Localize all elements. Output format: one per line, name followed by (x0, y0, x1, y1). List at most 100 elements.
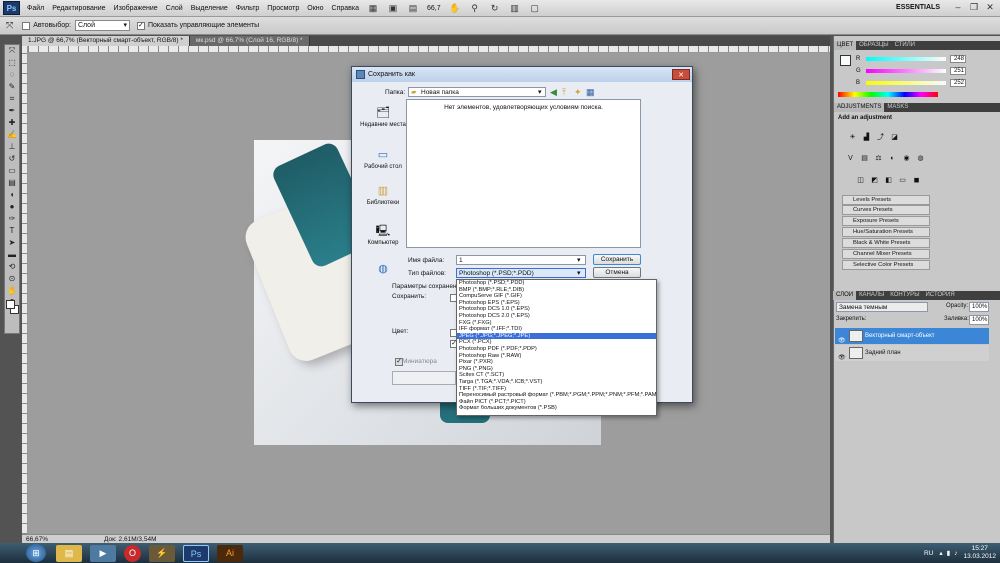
curves-icon[interactable]: ⤴ (876, 133, 885, 142)
rotate-view-icon[interactable]: ↻ (489, 3, 501, 14)
preset-curves[interactable]: Curves Presets (842, 205, 930, 215)
tab-masks[interactable]: MASKS (884, 103, 911, 112)
minibridge-icon[interactable]: ▣ (387, 3, 399, 14)
eraser-icon[interactable]: ▭ (5, 165, 19, 177)
path-select-icon[interactable]: ➤ (5, 237, 19, 249)
menu-file[interactable]: Файл (23, 5, 48, 12)
format-option[interactable]: Photoshop PDF (*.PDF;*.PDP) (457, 346, 656, 353)
green-slider[interactable]: G 251 (856, 66, 996, 75)
volume-icon[interactable]: ♪ (954, 550, 957, 557)
preset-hue-saturation[interactable]: Hue/Saturation Presets (842, 227, 930, 237)
chevron-down-icon[interactable]: ▾ (577, 256, 581, 264)
zoom-readout[interactable]: 66,67% (26, 535, 64, 543)
view-menu-icon[interactable]: ▦ (586, 87, 595, 98)
place-recent[interactable]: 🗂 Недавние места (360, 106, 406, 128)
place-computer[interactable]: 🖳 Компьютер (360, 224, 406, 246)
gradient-icon[interactable]: ▤ (5, 177, 19, 189)
menu-image[interactable]: Изображение (110, 5, 162, 12)
blue-value[interactable]: 252 (950, 78, 966, 87)
hand-icon[interactable]: ✋ (5, 285, 19, 297)
winamp-taskbar-icon[interactable]: ⚡ (149, 544, 175, 562)
photoshop-taskbar-icon[interactable]: Ps (183, 544, 209, 562)
brush-icon[interactable]: ✍ (5, 129, 19, 141)
green-value[interactable]: 251 (950, 66, 966, 75)
channel-mixer-icon[interactable]: ◍ (916, 154, 925, 163)
menu-window[interactable]: Окно (303, 5, 327, 12)
save-button[interactable]: Сохранить (593, 254, 641, 265)
place-desktop[interactable]: ▭ Рабочий стол (360, 148, 406, 170)
tab-layers[interactable]: СЛОИ (833, 291, 857, 300)
color-swatch-preview[interactable] (840, 55, 851, 66)
arrange-documents-icon[interactable]: ▥ (509, 3, 521, 14)
format-option[interactable]: JPEG (*.JPG;*.JPEG;*.JPE) (457, 332, 656, 340)
cancel-button[interactable]: Отмена (593, 267, 641, 278)
tray-arrow-icon[interactable]: ▴ (939, 549, 942, 557)
menu-layer[interactable]: Слой (162, 5, 187, 12)
shape-icon[interactable]: ▬ (5, 249, 19, 261)
menu-help[interactable]: Справка (328, 5, 363, 12)
history-brush-icon[interactable]: ↺ (5, 153, 19, 165)
type-icon[interactable]: T (5, 225, 19, 237)
media-player-taskbar-icon[interactable]: ▶ (90, 544, 116, 562)
format-option[interactable]: CompuServe GIF (*.GIF) (457, 293, 656, 300)
bridge-icon[interactable]: ▦ (367, 3, 379, 14)
format-option[interactable]: Targa (*.TGA;*.VDA;*.ICB;*.VST) (457, 379, 656, 386)
blue-slider[interactable]: B 252 (856, 78, 996, 87)
tab-history[interactable]: ИСТОРИЯ (923, 291, 958, 300)
clock[interactable]: 15:27 13.03.2012 (963, 545, 996, 561)
brightness-icon[interactable]: ☀ (848, 133, 857, 142)
threshold-icon[interactable]: ◧ (884, 176, 893, 185)
restore-icon[interactable]: ❐ (968, 2, 980, 13)
illustrator-taskbar-icon[interactable]: Ai (217, 544, 243, 562)
menu-view[interactable]: Просмотр (263, 5, 303, 12)
new-folder-icon[interactable]: ✦ (574, 87, 582, 98)
tab-document-1[interactable]: 1.JPG @ 66,7% (Векторный смарт-объект, R… (22, 36, 190, 46)
red-slider[interactable]: R 248 (856, 54, 996, 63)
tab-paths[interactable]: КОНТУРЫ (887, 291, 922, 300)
preset-exposure[interactable]: Exposure Presets (842, 216, 930, 226)
menu-select[interactable]: Выделение (187, 5, 232, 12)
format-option[interactable]: PCX (*.PCX) (457, 339, 656, 346)
format-option[interactable]: IFF формат (*.IFF;*.TDI) (457, 326, 656, 333)
preset-selective-color[interactable]: Selective Color Presets (842, 260, 930, 270)
blur-icon[interactable]: ◖ (5, 189, 19, 201)
invert-icon[interactable]: ◫ (856, 176, 865, 185)
healing-icon[interactable]: ✚ (5, 117, 19, 129)
show-controls-checkbox[interactable]: ✓ (136, 21, 145, 30)
pen-icon[interactable]: ✑ (5, 213, 19, 225)
format-option[interactable]: Pixar (*.PXR) (457, 359, 656, 366)
menu-filter[interactable]: Фильтр (232, 5, 264, 12)
filename-input[interactable]: 1 (456, 255, 586, 265)
auto-select-dropdown[interactable]: Слой (74, 20, 130, 31)
filetype-select[interactable]: Photoshop (*.PSD;*.PDD) (456, 268, 586, 278)
folder-select[interactable]: Новая папка (408, 87, 546, 97)
tab-adjustments[interactable]: ADJUSTMENTS (834, 103, 885, 112)
black-white-icon[interactable]: ◐ (888, 154, 897, 163)
up-folder-icon[interactable]: ⤒ (562, 87, 566, 98)
format-option[interactable]: Photoshop DCS 2.0 (*.EPS) (457, 313, 656, 320)
fill-field[interactable]: 100% (969, 315, 989, 325)
photo-filter-icon[interactable]: ◉ (902, 154, 911, 163)
preset-black-white[interactable]: Black & White Presets (842, 238, 930, 248)
chevron-down-icon[interactable]: ▾ (577, 269, 581, 277)
move-icon[interactable]: ⤧ (5, 45, 19, 57)
format-option[interactable]: Photoshop (*.PSD;*.PDD) (457, 280, 656, 287)
opacity-field[interactable]: 100% (969, 302, 989, 312)
place-network[interactable]: ◍ (360, 262, 406, 278)
tab-styles[interactable]: СТИЛИ (892, 41, 918, 50)
vibrance-icon[interactable]: V (846, 154, 855, 163)
blend-mode-select[interactable]: Замена темным (836, 302, 928, 312)
opera-taskbar-icon[interactable]: O (124, 544, 141, 562)
minimize-icon[interactable]: – (952, 2, 964, 13)
marquee-icon[interactable]: ⬚ (5, 57, 19, 69)
crop-icon[interactable]: ⌗ (5, 93, 19, 105)
screen-mode-icon[interactable]: ▢ (529, 3, 541, 14)
selective-color-icon[interactable]: ◼ (912, 176, 921, 185)
lasso-icon[interactable]: ◌ (5, 69, 19, 81)
color-balance-icon[interactable]: ⚖ (874, 154, 883, 163)
format-option[interactable]: Photoshop DCS 1.0 (*.EPS) (457, 306, 656, 313)
dialog-close-button[interactable]: ✕ (672, 69, 690, 80)
gradient-map-icon[interactable]: ▭ (898, 176, 907, 185)
tab-swatches[interactable]: ОБРАЗЦЫ (856, 41, 892, 50)
format-option[interactable]: Переносимый растровый формат (*.PBM;*.PG… (457, 392, 656, 399)
